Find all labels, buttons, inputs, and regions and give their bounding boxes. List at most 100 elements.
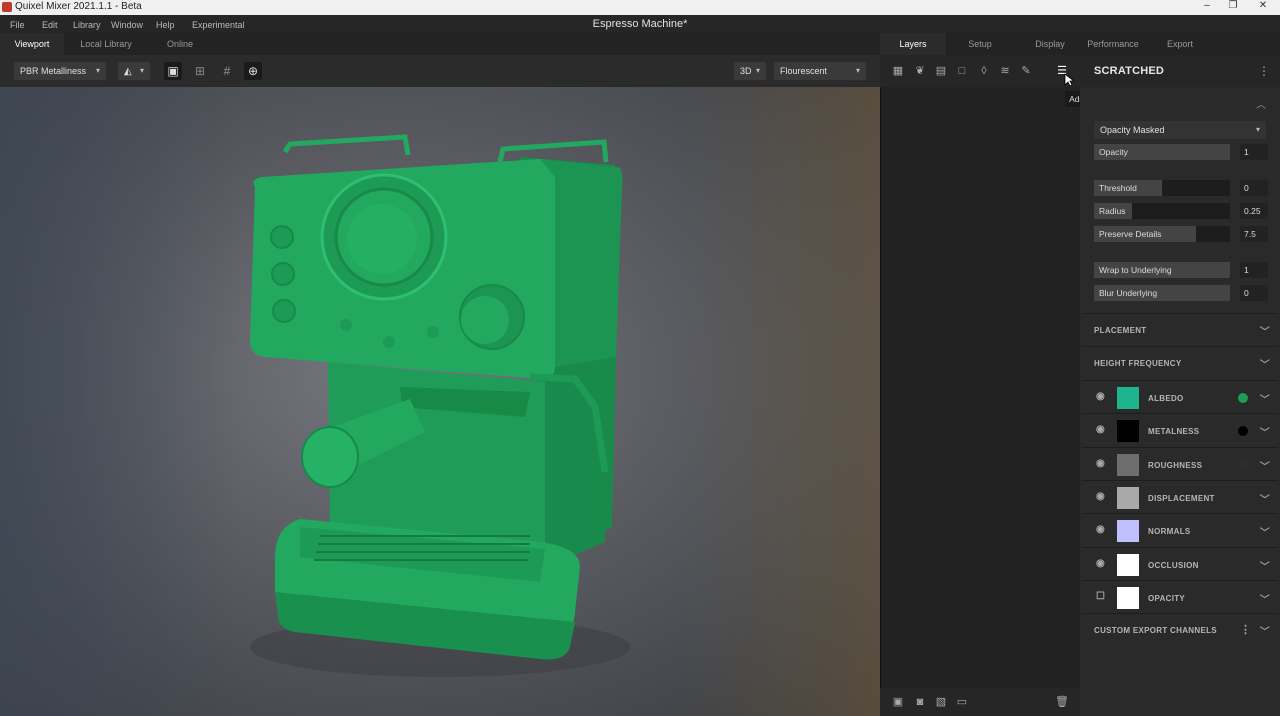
chevron-down-icon[interactable]: ﹀ [1260, 424, 1270, 439]
new-layer-icon[interactable]: ▣ [891, 695, 905, 709]
section-custom-export-channels[interactable]: CUSTOM EXPORT CHANNELS ⋮ ﹀ [1082, 613, 1278, 647]
menu-window[interactable]: Window [111, 20, 143, 30]
fill-icon[interactable]: ◊ [977, 64, 991, 78]
blend-mode-label: Opacity Masked [1100, 125, 1165, 135]
image-icon[interactable]: ▣ [164, 62, 182, 80]
paint-layer-icon[interactable]: ▦ [891, 64, 905, 78]
checkbox-icon[interactable]: ☐ [1096, 591, 1105, 602]
channel-row-metalness[interactable]: ◉ METALNESS ﹀ [1082, 413, 1278, 447]
folder-icon[interactable]: ▭ [955, 695, 969, 709]
channel-swatch[interactable] [1117, 486, 1139, 509]
eye-icon[interactable]: ◉ [1096, 458, 1105, 469]
slider-label: Opacity [1099, 147, 1128, 157]
eye-icon[interactable]: ◉ [1096, 524, 1105, 535]
shapes-dropdown[interactable]: ◭ ▾ [118, 62, 150, 80]
view-mode-dropdown[interactable]: 3D ▾ [734, 62, 766, 80]
slider-value-field[interactable]: 7.5 [1240, 226, 1268, 242]
slider-blur-underlying[interactable]: Blur Underlying [1094, 285, 1230, 301]
slider-value-field[interactable]: 1 [1240, 144, 1268, 160]
slider-wrap-to-underlying[interactable]: Wrap to Underlying [1094, 262, 1230, 278]
channel-name: METALNESS [1148, 427, 1200, 437]
channel-name: DISPLACEMENT [1148, 493, 1215, 503]
lighting-dropdown[interactable]: Flourescent ▾ [774, 62, 866, 80]
tab-export[interactable]: Export [1150, 33, 1210, 55]
channel-name: NORMALS [1148, 527, 1191, 537]
new-mask-icon[interactable]: ◙ [913, 695, 927, 709]
solid-icon[interactable]: □ [955, 64, 969, 78]
tab-local-library[interactable]: Local Library [70, 33, 142, 55]
eye-icon[interactable]: ◉ [1096, 558, 1105, 569]
chevron-down-icon: ﹀ [1259, 627, 1270, 638]
channel-color-dot[interactable] [1238, 426, 1248, 437]
slider-preserve-details[interactable]: Preserve Details [1094, 226, 1230, 242]
chevron-down-icon[interactable]: ﹀ [1260, 524, 1270, 539]
window-title-bar: Quixel Mixer 2021.1.1 - Beta – ❐ ✕ [0, 0, 1280, 15]
chevron-down-icon: ﹀ [1259, 327, 1270, 338]
channel-row-normals[interactable]: ◉ NORMALS ﹀ [1082, 513, 1278, 547]
slider-value-field[interactable]: 0 [1240, 180, 1268, 196]
channel-color-dot[interactable] [1238, 393, 1248, 403]
slider-value-field[interactable]: 0 [1240, 285, 1268, 301]
minimize-button[interactable]: – [1197, 0, 1217, 11]
target-icon[interactable]: ⊕ [244, 62, 262, 80]
adjust-icon[interactable]: ≋ [998, 64, 1012, 78]
close-button[interactable]: ✕ [1253, 0, 1273, 11]
tab-layers[interactable]: Layers [880, 33, 946, 55]
menu-library[interactable]: Library [73, 20, 101, 30]
chevron-down-icon[interactable]: ﹀ [1260, 391, 1270, 406]
eye-icon[interactable]: ◉ [1096, 424, 1105, 435]
channel-swatch[interactable] [1117, 453, 1139, 476]
channel-name: OCCLUSION [1148, 560, 1199, 570]
channel-swatch[interactable] [1117, 553, 1139, 576]
tab-performance[interactable]: Performance [1080, 33, 1146, 55]
menu-edit[interactable]: Edit [42, 20, 58, 30]
tab-setup[interactable]: Setup [950, 33, 1010, 55]
espresso-machine-model[interactable] [0, 87, 880, 716]
menu-help[interactable]: Help [156, 20, 175, 30]
channel-swatch[interactable] [1117, 586, 1139, 609]
channel-color-dot[interactable] [1238, 459, 1248, 470]
slider-value-field[interactable]: 0.25 [1240, 203, 1268, 219]
slider-label: Preserve Details [1099, 229, 1162, 239]
smart-mask-icon[interactable]: ▧ [934, 695, 948, 709]
channel-row-occlusion[interactable]: ◉ OCCLUSION ﹀ [1082, 546, 1278, 581]
blend-mode-dropdown[interactable]: Opacity Masked ▾ [1094, 121, 1266, 139]
brush-icon[interactable]: ✎ [1019, 64, 1033, 78]
more-options-icon[interactable]: ⋮ [1240, 623, 1251, 636]
channel-swatch[interactable] [1117, 420, 1139, 443]
chevron-down-icon[interactable]: ﹀ [1260, 458, 1270, 473]
tab-viewport[interactable]: Viewport [0, 33, 64, 55]
menu-experimental[interactable]: Experimental [192, 20, 245, 30]
slider-opacity[interactable]: Opacity [1094, 144, 1230, 160]
tab-online[interactable]: Online [150, 33, 210, 55]
eye-icon[interactable]: ◉ [1096, 391, 1105, 402]
slider-value-field[interactable]: 1 [1240, 262, 1268, 278]
menu-file[interactable]: File [10, 20, 25, 30]
atlas-icon[interactable]: ❦ [913, 64, 927, 78]
viewport-tab-bar: Viewport Local Library Online [0, 33, 880, 55]
channel-row-roughness[interactable]: ◉ ROUGHNESS ﹀ [1082, 446, 1278, 481]
slider-threshold[interactable]: Threshold [1094, 180, 1230, 196]
channel-row-albedo[interactable]: ◉ ALBEDO ﹀ [1082, 380, 1278, 414]
channel-row-displacement[interactable]: ◉ DISPLACEMENT ﹀ [1082, 479, 1278, 514]
mask-icon[interactable]: ▤ [934, 64, 948, 78]
chevron-down-icon[interactable]: ﹀ [1260, 491, 1270, 506]
trash-icon[interactable]: 🗑 [1055, 695, 1069, 709]
more-options-icon[interactable]: ⋮ [1258, 64, 1270, 78]
grid-dense-icon[interactable]: # [218, 62, 236, 80]
material-model-dropdown[interactable]: PBR Metalliness ▾ [14, 62, 106, 80]
section-placement[interactable]: PLACEMENT ﹀ [1082, 313, 1278, 347]
channel-row-opacity[interactable]: ☐ OPACITY ﹀ [1082, 579, 1278, 614]
slider-radius[interactable]: Radius [1094, 203, 1230, 219]
channel-swatch[interactable] [1117, 520, 1139, 543]
chevron-down-icon[interactable]: ﹀ [1260, 558, 1270, 573]
chevron-up-icon[interactable]: ︿ [1256, 96, 1266, 111]
chevron-down-icon[interactable]: ﹀ [1260, 591, 1270, 606]
tab-display[interactable]: Display [1020, 33, 1080, 55]
section-height-frequency[interactable]: HEIGHT FREQUENCY ﹀ [1082, 346, 1278, 380]
grid-icon[interactable]: ⊞ [191, 62, 209, 80]
eye-icon[interactable]: ◉ [1096, 491, 1105, 502]
maximize-button[interactable]: ❐ [1223, 0, 1243, 11]
channel-swatch[interactable] [1117, 387, 1139, 409]
3d-viewport[interactable] [0, 87, 880, 716]
